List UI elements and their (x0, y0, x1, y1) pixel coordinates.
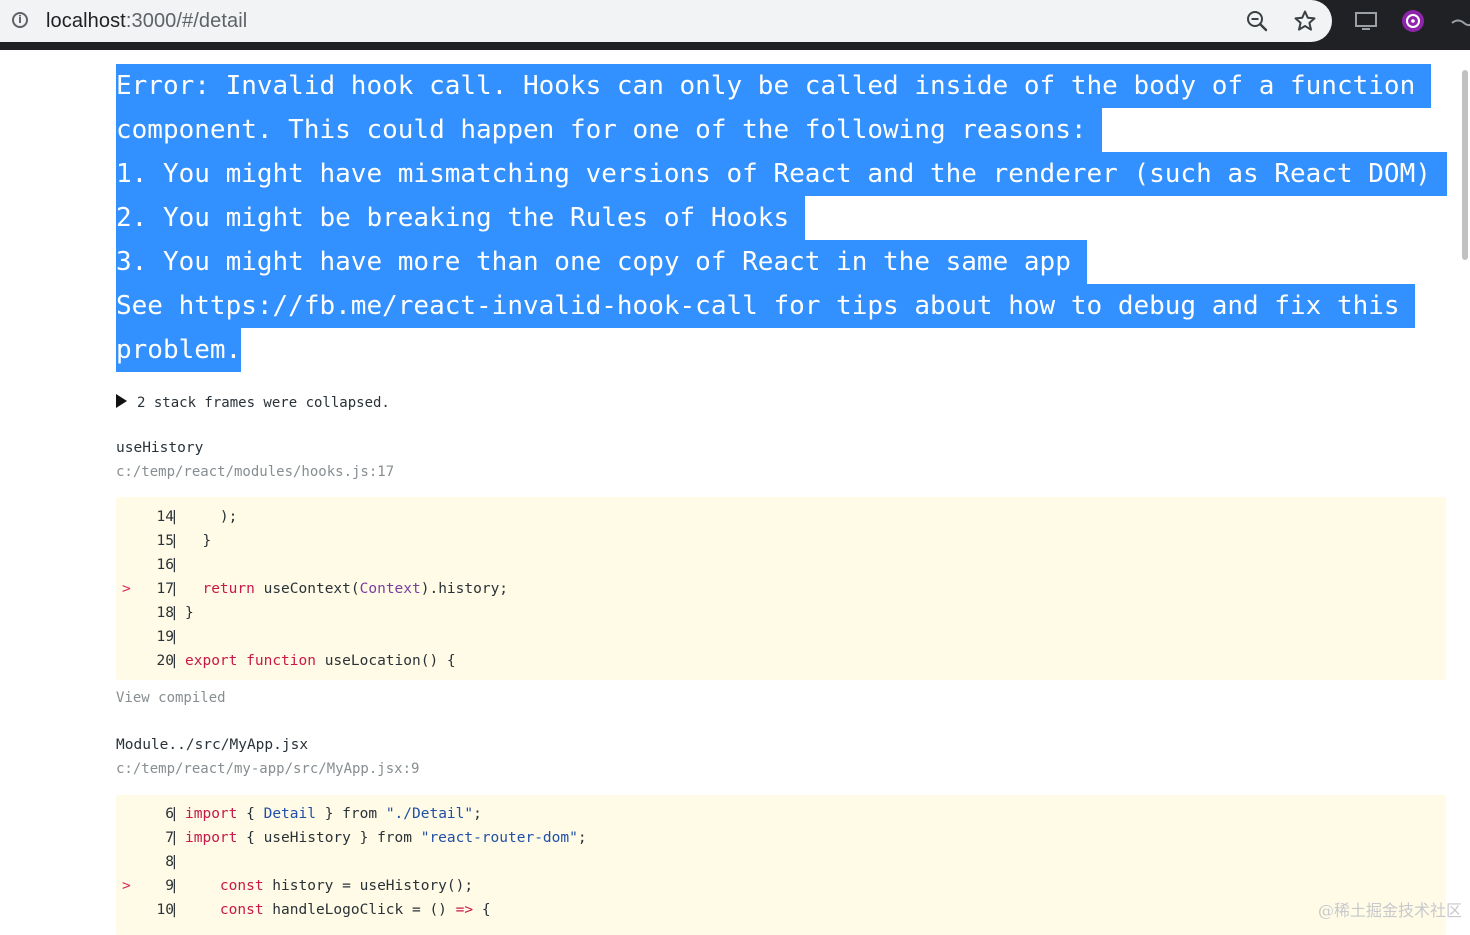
bookmark-star-icon[interactable] (1293, 9, 1317, 33)
line-number: 6 (165, 806, 174, 822)
error-message: Error: Invalid hook call. Hooks can only… (116, 64, 1447, 372)
line-number: 10 (156, 902, 174, 918)
view-compiled-link[interactable]: View compiled (116, 690, 226, 706)
gutter-bar: | (170, 830, 179, 846)
scrollbar[interactable] (1460, 70, 1470, 270)
gutter-bar: | (170, 806, 179, 822)
gutter-bar: | (170, 653, 179, 669)
gutter-bar: | (170, 629, 179, 645)
code-text: const history = useHistory(); (219, 878, 474, 894)
extension-icon[interactable] (1400, 9, 1426, 33)
line-number: 14 (156, 509, 174, 525)
line-number: 8 (165, 854, 174, 870)
gutter-bar: | (170, 902, 179, 918)
stack-frame-location[interactable]: c:/temp/react/my-app/src/MyApp.jsx:9 (116, 761, 419, 777)
line-number: 20 (156, 653, 174, 669)
info-icon[interactable]: i (12, 12, 28, 28)
error-line: 3. You might have more than one copy of … (116, 240, 1087, 284)
error-line: problem. (116, 328, 242, 372)
scrollbar-thumb[interactable] (1462, 70, 1468, 260)
code-text: import { useHistory } from "react-router… (185, 830, 587, 846)
gutter-bar: | (170, 581, 179, 597)
address-bar[interactable]: i localhost:3000/#/detail (0, 0, 1332, 42)
stack-frame-name: Module../src/MyApp.jsx (116, 737, 309, 753)
line-number: 18 (156, 605, 174, 621)
gutter-bar: | (170, 509, 179, 525)
watermark: @稀土掘金技术社区 (1317, 901, 1462, 920)
error-line: 2. You might be breaking the Rules of Ho… (116, 196, 805, 240)
url-text[interactable]: localhost:3000/#/detail (46, 10, 247, 33)
gutter-bar: | (170, 878, 179, 894)
collapsed-frames-toggle[interactable]: 2 stack frames were collapsed. (116, 394, 390, 411)
code-text: const handleLogoClick = () => { (219, 902, 491, 918)
error-line: component. This could happen for one of … (116, 108, 1103, 152)
stack-frame-name: useHistory (116, 440, 204, 456)
collapsed-frames-label: 2 stack frames were collapsed. (137, 395, 390, 411)
line-number: 15 (156, 533, 174, 549)
line-number: 7 (165, 830, 174, 846)
code-text: export function useLocation() { (185, 653, 456, 669)
gutter-bar: | (170, 533, 179, 549)
code-text: } (185, 533, 212, 549)
code-text: import { Detail } from "./Detail"; (185, 806, 482, 822)
url-path: :3000/#/detail (125, 10, 248, 32)
error-line: Error: Invalid hook call. Hooks can only… (116, 64, 1431, 108)
line-number: 16 (156, 557, 174, 573)
gutter-bar: | (170, 854, 179, 870)
line-number: 17 (156, 581, 174, 597)
gutter-bar: | (170, 605, 179, 621)
url-host: localhost (46, 10, 126, 32)
code-text: return useContext(Context).history; (202, 581, 509, 597)
code-snippet: 14 | ); 15 | } 16 | >17 | return useContext(… (116, 497, 1446, 680)
line-number: 19 (156, 629, 174, 645)
error-link-line: See https://fb.me/react-invalid-hook-cal… (116, 284, 1416, 328)
expand-triangle-icon (116, 394, 127, 408)
code-text: } (185, 605, 194, 621)
cast-icon[interactable] (1353, 9, 1379, 33)
line-number: 9 (165, 878, 174, 894)
zoom-icon[interactable] (1245, 9, 1269, 33)
code-text: ); (185, 509, 238, 525)
error-line: 1. You might have mismatching versions o… (116, 152, 1447, 196)
browser-toolbar: i localhost:3000/#/detail (0, 0, 1470, 50)
profile-icon[interactable] (1448, 9, 1470, 33)
stack-frame-location[interactable]: c:/temp/react/modules/hooks.js:17 (116, 464, 394, 480)
code-snippet: 6 | import { Detail } from "./Detail"; 7 | i… (116, 795, 1446, 935)
gutter-bar: | (170, 557, 179, 573)
